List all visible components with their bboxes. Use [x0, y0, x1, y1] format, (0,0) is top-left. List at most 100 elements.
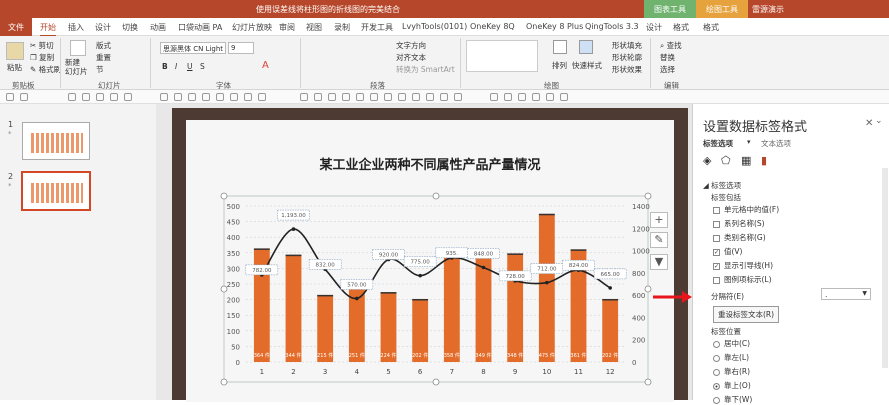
select-button[interactable]: 选择 — [660, 64, 675, 75]
tool-icon[interactable] — [160, 93, 168, 101]
checkbox[interactable] — [713, 220, 720, 228]
tool-icon[interactable] — [384, 93, 392, 101]
option-item[interactable]: 类别名称(G) — [713, 232, 766, 243]
tab-view[interactable]: 视图 — [306, 22, 322, 33]
shadow-button[interactable]: S — [200, 62, 205, 71]
tab-animations[interactable]: 动画 — [150, 22, 166, 33]
tab-slideshow[interactable]: 幻灯片放映 — [232, 22, 272, 33]
shape-outline-button[interactable]: 形状轮廓 — [612, 52, 642, 63]
tool-icon[interactable] — [398, 93, 406, 101]
tab-file[interactable]: 文件 — [0, 18, 32, 36]
tab-label-options[interactable]: 标签选项 — [703, 138, 733, 149]
fill-line-icon[interactable]: ◈ — [703, 154, 711, 167]
copy-button[interactable]: ❐ 复制 — [30, 52, 54, 63]
tab-chart-design[interactable]: 设计 — [646, 22, 662, 33]
resize-handle[interactable] — [220, 378, 228, 386]
tool-icon[interactable] — [426, 93, 434, 101]
tool-icon[interactable] — [202, 93, 210, 101]
option-item[interactable]: ✓ 显示引导线(H) — [713, 260, 773, 271]
format-painter-button[interactable]: ✎ 格式刷 — [30, 64, 61, 75]
tab-qingtools[interactable]: QingTools 3.3 — [585, 22, 639, 31]
label-options-icon[interactable]: ▮ — [761, 154, 767, 167]
arrange-button[interactable]: 排列 — [552, 60, 567, 71]
tab-developer[interactable]: 开发工具 — [361, 22, 393, 33]
font-family-select[interactable]: 思源黑体 CN Light — [160, 42, 226, 54]
tool-icon[interactable] — [440, 93, 448, 101]
bar[interactable] — [443, 250, 460, 362]
smartart-button[interactable]: 转换为 SmartArt — [396, 64, 455, 75]
quick-styles-button[interactable]: 快速样式 — [572, 60, 602, 71]
tool-icon[interactable] — [532, 93, 540, 101]
user-name[interactable]: 雷源演示 — [752, 4, 784, 15]
section-label-options[interactable]: ◢ 标签选项 — [703, 180, 741, 191]
tool-icon[interactable] — [96, 93, 104, 101]
option-item[interactable]: 图例项标示(L) — [713, 274, 772, 285]
undo-icon[interactable] — [6, 93, 14, 101]
chart[interactable]: 0 50 100 150 200 250 300 350 400 450 500 0 200 400 600… — [186, 120, 674, 402]
slide-thumbnail-2[interactable] — [21, 171, 91, 211]
chart-styles-button[interactable]: ✎ — [650, 232, 668, 248]
size-properties-icon[interactable]: ▦ — [741, 154, 751, 167]
tool-icon[interactable] — [412, 93, 420, 101]
font-color-icon[interactable]: A — [262, 60, 269, 71]
tool-icon[interactable] — [342, 93, 350, 101]
checkbox[interactable]: ✓ — [713, 262, 720, 270]
bar[interactable] — [317, 294, 334, 362]
replace-button[interactable]: 替换 — [660, 52, 675, 63]
tool-icon[interactable] — [490, 93, 498, 101]
effects-icon[interactable]: ⬠ — [721, 154, 731, 167]
tool-icon[interactable] — [314, 93, 322, 101]
collapse-icon[interactable]: ⌄ — [875, 116, 883, 126]
arrange-icon[interactable] — [553, 40, 567, 54]
quick-styles-icon[interactable] — [579, 40, 593, 54]
tool-icon[interactable] — [328, 93, 336, 101]
chevron-down-icon[interactable]: ▾ — [747, 138, 751, 146]
tool-icon[interactable] — [174, 93, 182, 101]
tab-record[interactable]: 录制 — [334, 22, 350, 33]
section-button[interactable]: 节 — [96, 64, 104, 75]
shapes-gallery[interactable] — [466, 40, 538, 72]
tab-drawing-format[interactable]: 格式 — [703, 22, 719, 33]
radio[interactable] — [713, 354, 720, 362]
tool-icon[interactable] — [300, 93, 308, 101]
slide-thumbnail-1[interactable] — [22, 122, 90, 160]
underline-button[interactable]: U — [187, 62, 193, 71]
tool-icon[interactable] — [68, 93, 76, 101]
tool-icon[interactable] — [110, 93, 118, 101]
text-direction-button[interactable]: 文字方向 — [396, 40, 426, 51]
tool-icon[interactable] — [518, 93, 526, 101]
tab-review[interactable]: 审阅 — [279, 22, 295, 33]
italic-button[interactable]: I — [175, 62, 177, 71]
shape-fill-button[interactable]: 形状填充 — [612, 40, 642, 51]
checkbox[interactable]: ✓ — [713, 248, 720, 256]
tab-onekey-8-plus[interactable]: OneKey 8 Plus — [526, 22, 583, 31]
line-point[interactable] — [355, 296, 359, 301]
line-point[interactable] — [418, 273, 422, 278]
tool-icon[interactable] — [258, 93, 266, 101]
radio[interactable] — [713, 382, 720, 390]
bold-button[interactable]: B — [162, 62, 168, 71]
layout-button[interactable]: 版式 — [96, 40, 111, 51]
pane-scrollbar[interactable] — [882, 168, 888, 368]
radio[interactable] — [713, 340, 720, 348]
tool-icon[interactable] — [504, 93, 512, 101]
tab-pocket-animation[interactable]: 口袋动画 PA — [178, 22, 222, 33]
tool-icon[interactable] — [244, 93, 252, 101]
resize-handle[interactable] — [644, 378, 652, 386]
tool-icon[interactable] — [230, 93, 238, 101]
tab-design[interactable]: 设计 — [95, 22, 111, 33]
bar[interactable] — [380, 292, 397, 362]
line-point[interactable] — [481, 265, 486, 270]
tool-icon[interactable] — [454, 93, 462, 101]
tool-icon[interactable] — [356, 93, 364, 101]
chart-elements-button[interactable]: + — [650, 212, 668, 228]
bar[interactable] — [538, 213, 555, 362]
redo-icon[interactable] — [20, 93, 28, 101]
cut-button[interactable]: ✂ 剪切 — [30, 40, 54, 51]
resize-handle[interactable] — [432, 192, 440, 200]
tool-icon[interactable] — [546, 93, 554, 101]
position-item[interactable]: 靠左(L) — [713, 352, 749, 363]
new-slide-button[interactable]: 新建 幻灯片 — [65, 58, 88, 76]
position-item[interactable]: 靠右(R) — [713, 366, 750, 377]
radio[interactable] — [713, 368, 720, 376]
